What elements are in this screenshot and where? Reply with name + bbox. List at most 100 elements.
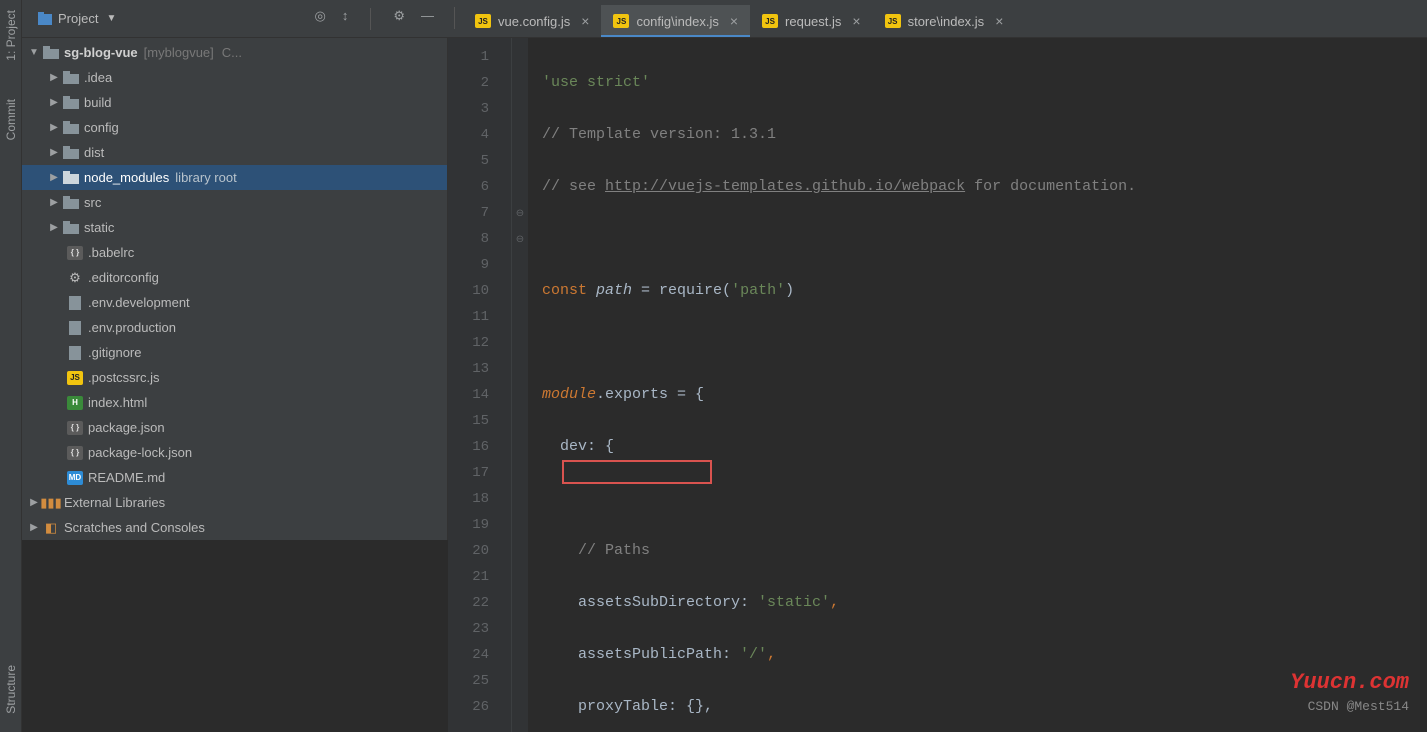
fold-icon[interactable]: ⊖ xyxy=(512,200,528,226)
chevron-right-icon[interactable]: ▶ xyxy=(26,522,42,533)
link[interactable]: http://vuejs-templates.github.io/webpack xyxy=(605,178,965,195)
project-toolbar: Project ▼ ◎ ↕ ⚙ — xyxy=(22,0,448,38)
expand-icon[interactable]: ↕ xyxy=(342,8,349,30)
line-number: 12 xyxy=(448,330,511,356)
close-icon[interactable]: × xyxy=(852,13,860,29)
tree-scratches[interactable]: ▶ ◧ Scratches and Consoles xyxy=(22,515,447,540)
tree-file-readme[interactable]: MD README.md xyxy=(22,465,447,490)
json-icon: { } xyxy=(66,421,84,435)
fold-column: ⊖ ⊖ xyxy=(512,38,528,732)
tree-folder-idea[interactable]: ▶ .idea xyxy=(22,65,447,90)
t: '/' xyxy=(740,646,767,663)
close-icon[interactable]: × xyxy=(581,13,589,29)
t: = require( xyxy=(632,282,731,299)
tree-file-env-prod[interactable]: .env.production xyxy=(22,315,447,340)
tree-folder-config[interactable]: ▶ config xyxy=(22,115,447,140)
hide-icon[interactable]: — xyxy=(421,8,434,30)
fold-icon[interactable]: ⊖ xyxy=(512,226,528,252)
project-dropdown[interactable]: Project ▼ xyxy=(28,7,126,30)
line-number: 8 xyxy=(448,226,511,252)
line-number: 18 xyxy=(448,486,511,512)
chevron-down-icon[interactable]: ▼ xyxy=(26,47,42,58)
tree-file-gitignore[interactable]: .gitignore xyxy=(22,340,447,365)
line-number: 6 xyxy=(448,174,511,200)
tab-request[interactable]: JS request.js × xyxy=(750,5,873,37)
code-content[interactable]: 'use strict' // Template version: 1.3.1 … xyxy=(528,38,1427,732)
t: , xyxy=(767,646,776,663)
label: .gitignore xyxy=(88,345,141,360)
json-icon: { } xyxy=(66,446,84,460)
tree-folder-src[interactable]: ▶ src xyxy=(22,190,447,215)
line-number: 14 xyxy=(448,382,511,408)
t: path xyxy=(596,282,632,299)
tree-file-package-lock[interactable]: { } package-lock.json xyxy=(22,440,447,465)
js-icon: JS xyxy=(475,14,491,28)
tree-folder-build[interactable]: ▶ build xyxy=(22,90,447,115)
rail-project-label[interactable]: 1: Project xyxy=(4,2,18,69)
line-number: 25 xyxy=(448,668,511,694)
highlight-box xyxy=(562,460,712,484)
chevron-right-icon[interactable]: ▶ xyxy=(46,97,62,108)
t: .exports = { xyxy=(596,386,704,403)
folder-icon xyxy=(62,71,80,84)
tab-config-index[interactable]: JS config\index.js × xyxy=(601,5,750,37)
root-aux: [myblogvue] xyxy=(144,45,214,60)
code-editor[interactable]: 1 2 3 4 5 6 7 8 9 10 11 12 13 14 15 16 1 xyxy=(448,38,1427,732)
tree-external-libs[interactable]: ▶ ▮▮▮ External Libraries xyxy=(22,490,447,515)
label: README.md xyxy=(88,470,165,485)
chevron-right-icon[interactable]: ▶ xyxy=(46,197,62,208)
chevron-right-icon[interactable]: ▶ xyxy=(46,172,62,183)
line-number: 1 xyxy=(448,44,511,70)
label: node_modules xyxy=(84,170,169,185)
label: src xyxy=(84,195,101,210)
chevron-down-icon: ▼ xyxy=(106,13,116,24)
label: .env.development xyxy=(88,295,190,310)
file-icon xyxy=(66,321,84,335)
folder-icon xyxy=(62,221,80,234)
t: 'path' xyxy=(731,282,785,299)
tree-folder-static[interactable]: ▶ static xyxy=(22,215,447,240)
tree-root[interactable]: ▼ sg-blog-vue [myblogvue] C... xyxy=(22,40,447,65)
label: .editorconfig xyxy=(88,270,159,285)
project-tree[interactable]: ▼ sg-blog-vue [myblogvue] C... ▶ .idea ▶… xyxy=(22,38,448,540)
tree-file-env-dev[interactable]: .env.development xyxy=(22,290,447,315)
t: 'static' xyxy=(758,594,830,611)
tree-file-postcssrc[interactable]: JS .postcssrc.js xyxy=(22,365,447,390)
line-number: 13 xyxy=(448,356,511,382)
divider xyxy=(454,7,455,29)
tree-file-editorconfig[interactable]: ⚙ .editorconfig xyxy=(22,265,447,290)
t: const xyxy=(542,282,596,299)
label: Scratches and Consoles xyxy=(64,520,205,535)
tab-vue-config[interactable]: JS vue.config.js × xyxy=(463,5,601,37)
line-number: 11 xyxy=(448,304,511,330)
chevron-right-icon[interactable]: ▶ xyxy=(46,122,62,133)
gutter: 1 2 3 4 5 6 7 8 9 10 11 12 13 14 15 16 1 xyxy=(448,38,512,732)
divider xyxy=(370,8,371,30)
line-number: 9 xyxy=(448,252,511,278)
rail-commit-label[interactable]: Commit xyxy=(4,91,18,148)
chevron-right-icon[interactable]: ▶ xyxy=(46,222,62,233)
folder-icon xyxy=(62,121,80,134)
tab-label: request.js xyxy=(785,14,841,29)
close-icon[interactable]: × xyxy=(730,13,738,29)
chevron-right-icon[interactable]: ▶ xyxy=(46,72,62,83)
scratches-icon: ◧ xyxy=(42,520,60,536)
gear-icon[interactable]: ⚙ xyxy=(393,8,405,30)
tree-folder-node-modules[interactable]: ▶ node_modules library root xyxy=(22,165,447,190)
line-number: 24 xyxy=(448,642,511,668)
tab-store-index[interactable]: JS store\index.js × xyxy=(873,5,1016,37)
line-number: 15 xyxy=(448,408,511,434)
tree-file-package-json[interactable]: { } package.json xyxy=(22,415,447,440)
tree-file-index-html[interactable]: H index.html xyxy=(22,390,447,415)
rail-structure-label[interactable]: Structure xyxy=(4,657,18,722)
tree-folder-dist[interactable]: ▶ dist xyxy=(22,140,447,165)
target-icon[interactable]: ◎ xyxy=(315,8,326,30)
close-icon[interactable]: × xyxy=(995,13,1003,29)
t: , xyxy=(830,594,839,611)
line-number: 19 xyxy=(448,512,511,538)
t: // see xyxy=(542,178,605,195)
label: package-lock.json xyxy=(88,445,192,460)
chevron-right-icon[interactable]: ▶ xyxy=(46,147,62,158)
tree-file-babelrc[interactable]: { } .babelrc xyxy=(22,240,447,265)
aux: library root xyxy=(175,170,236,185)
